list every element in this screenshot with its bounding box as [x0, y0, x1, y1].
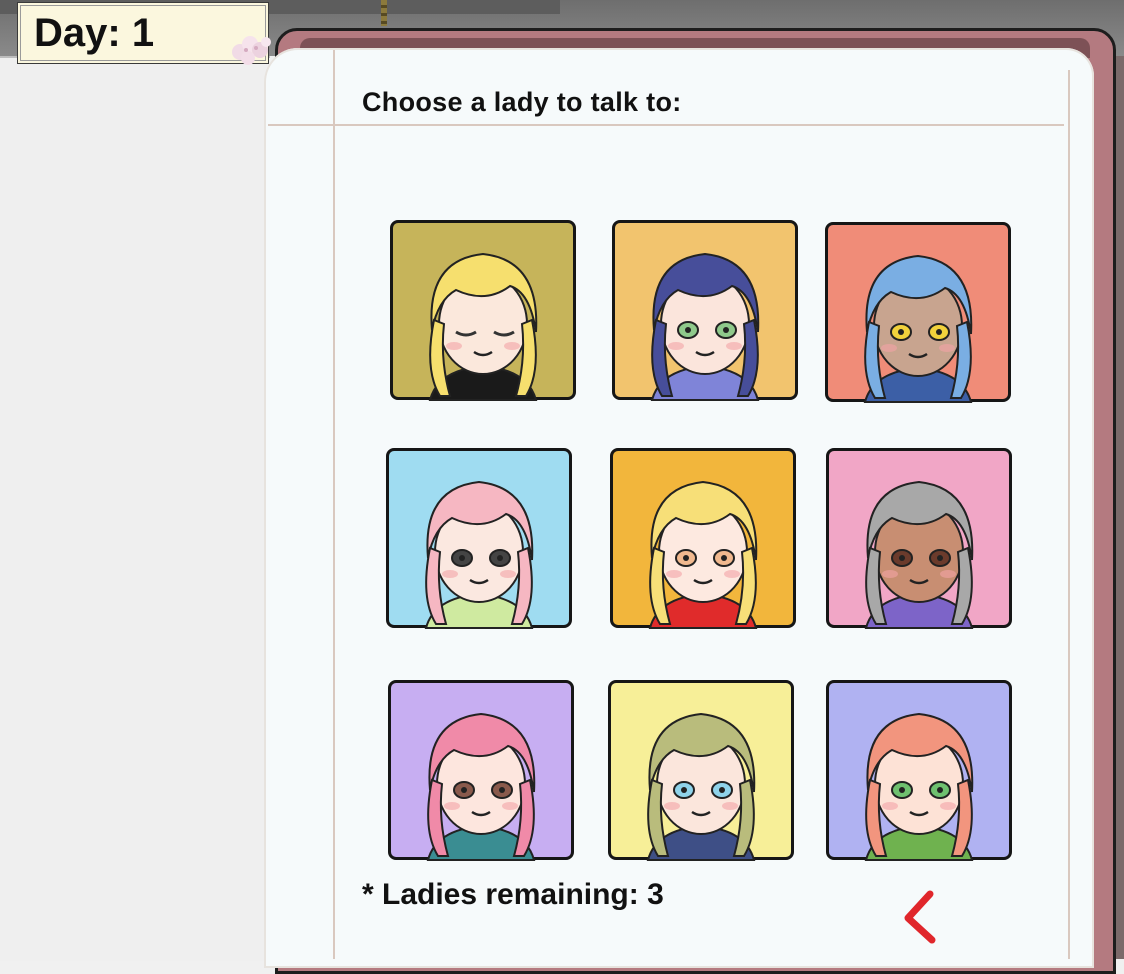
day-label: Day: 1	[34, 11, 155, 55]
face-illustration	[864, 480, 974, 629]
face-illustration	[646, 712, 756, 861]
remaining-counter: * Ladies remaining: 3	[362, 878, 664, 911]
face-illustration	[650, 252, 760, 401]
page-right-line	[1068, 70, 1070, 959]
face-illustration	[428, 252, 538, 401]
portrait-lady-5[interactable]	[610, 448, 796, 629]
portrait-lady-4[interactable]	[386, 448, 572, 629]
portrait-lady-2[interactable]	[612, 220, 798, 401]
portrait-lady-7[interactable]	[388, 680, 574, 861]
hanging-chain	[381, 0, 387, 26]
flower-icon	[232, 36, 271, 65]
portrait-lady-9[interactable]	[826, 680, 1012, 861]
portrait-lady-3[interactable]	[825, 222, 1011, 403]
face-illustration	[863, 254, 973, 403]
portrait-lady-1[interactable]	[390, 220, 576, 401]
left-panel	[0, 56, 270, 961]
page-header-line	[268, 124, 1064, 126]
back-arrow-icon[interactable]	[896, 888, 940, 946]
face-illustration	[864, 712, 974, 861]
face-illustration	[424, 480, 534, 629]
page-title: Choose a lady to talk to:	[362, 87, 682, 117]
portrait-lady-8[interactable]	[608, 680, 794, 861]
face-illustration	[648, 480, 758, 629]
face-illustration	[426, 712, 536, 861]
portrait-lady-6[interactable]	[826, 448, 1012, 629]
page-margin-line	[333, 50, 335, 959]
